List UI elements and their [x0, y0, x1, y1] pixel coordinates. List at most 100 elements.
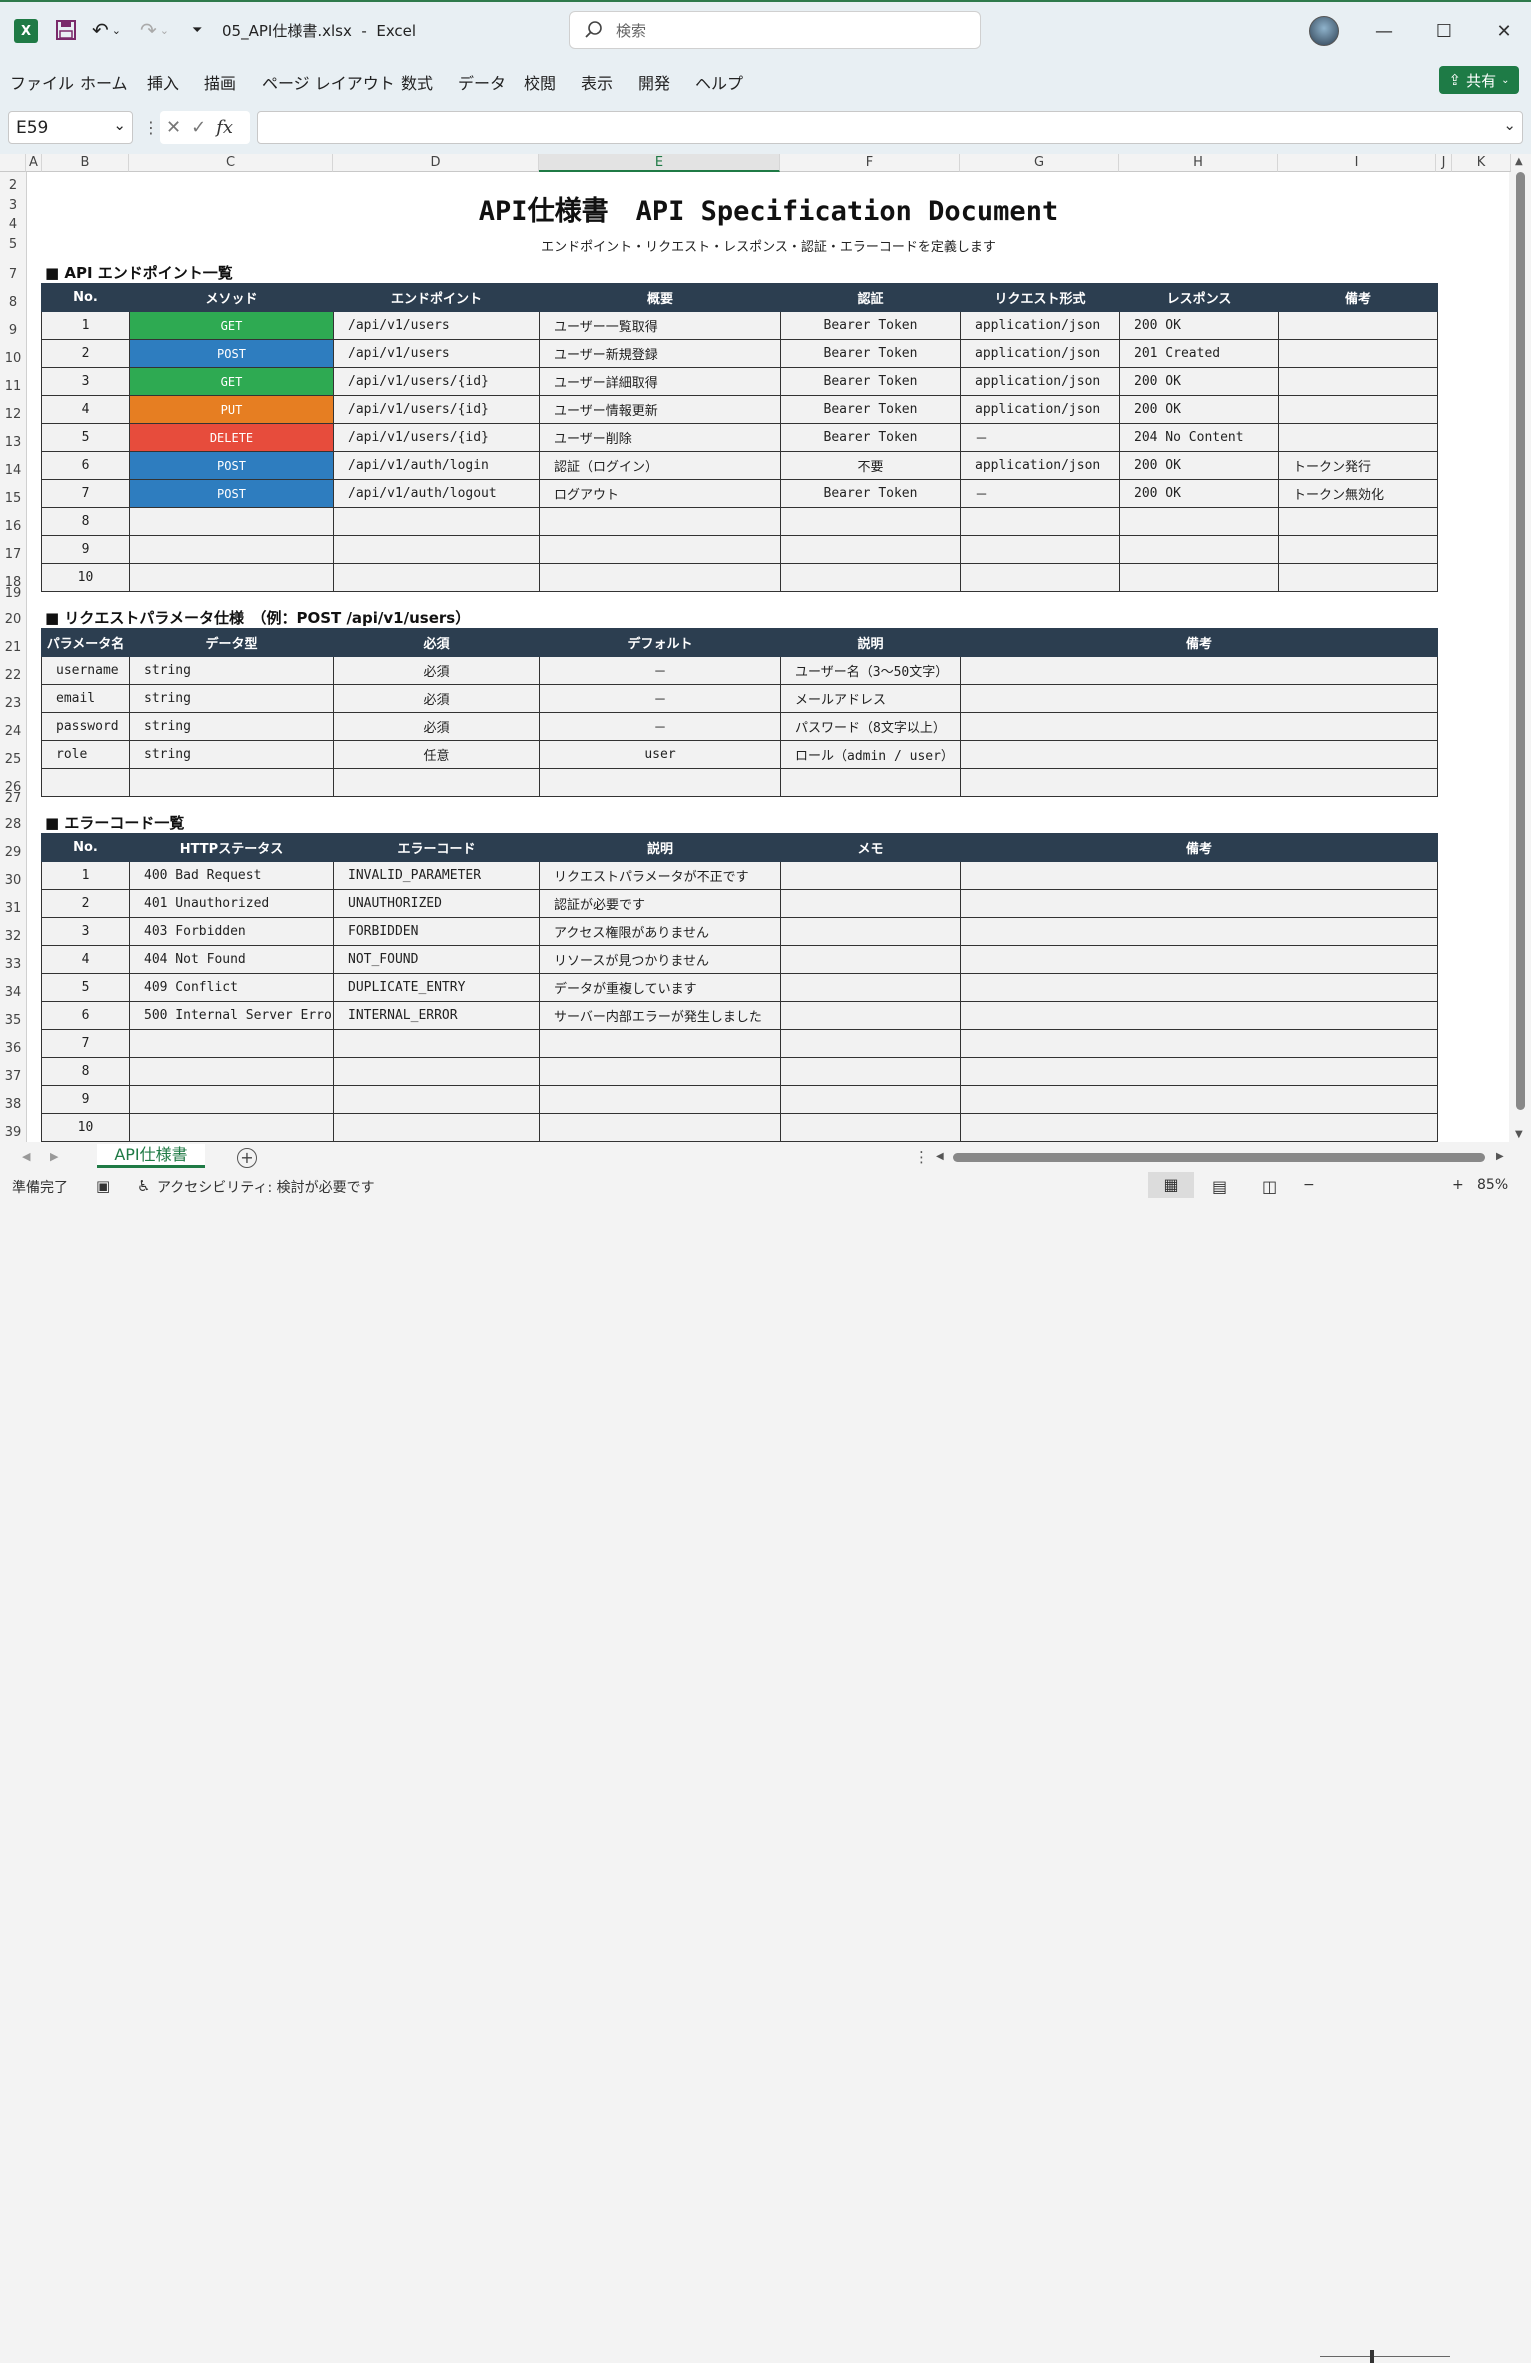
- endpoint-auth-cell[interactable]: Bearer Token: [780, 395, 961, 424]
- user-avatar[interactable]: [1309, 16, 1339, 46]
- endpoint-format-cell[interactable]: [960, 535, 1120, 564]
- endpoint-note-cell[interactable]: [1278, 563, 1438, 592]
- endpoint-no-cell[interactable]: 1: [41, 311, 130, 340]
- method-badge[interactable]: DELETE: [129, 423, 334, 452]
- endpoint-note-cell[interactable]: [1278, 339, 1438, 368]
- param-name-cell[interactable]: email: [41, 684, 130, 713]
- row-header[interactable]: 5: [0, 237, 26, 252]
- param-type-cell[interactable]: string: [129, 740, 334, 769]
- error-memo-cell[interactable]: [780, 1085, 961, 1114]
- endpoint-no-cell[interactable]: 9: [41, 535, 130, 564]
- hscroll-left-icon[interactable]: ◀: [936, 1151, 944, 1162]
- save-icon[interactable]: [55, 0, 77, 60]
- row-header[interactable]: 31: [0, 901, 26, 916]
- fx-icon[interactable]: fx: [216, 117, 233, 138]
- row-header[interactable]: 25: [0, 752, 26, 767]
- formula-input[interactable]: ⌄: [257, 111, 1523, 144]
- param-required-cell[interactable]: [333, 768, 540, 797]
- error-no-cell[interactable]: 9: [41, 1085, 130, 1114]
- cancel-icon[interactable]: ✕: [166, 117, 181, 138]
- macro-record-icon[interactable]: ▣: [96, 1177, 110, 1195]
- endpoint-auth-cell[interactable]: Bearer Token: [780, 339, 961, 368]
- endpoint-auth-cell[interactable]: Bearer Token: [780, 479, 961, 508]
- method-badge[interactable]: GET: [129, 311, 334, 340]
- menu-developer[interactable]: 開発: [638, 70, 670, 94]
- endpoint-response-cell[interactable]: 200 OK: [1119, 311, 1279, 340]
- error-desc-cell[interactable]: [539, 1029, 781, 1058]
- hscroll-right-icon[interactable]: ▶: [1496, 1151, 1504, 1162]
- param-desc-cell[interactable]: ユーザー名（3～50文字）: [780, 656, 961, 685]
- endpoint-response-cell[interactable]: 204 No Content: [1119, 423, 1279, 452]
- error-code-cell[interactable]: INTERNAL_ERROR: [333, 1001, 540, 1030]
- row-header[interactable]: 39: [0, 1125, 26, 1140]
- endpoint-no-cell[interactable]: 7: [41, 479, 130, 508]
- param-type-cell[interactable]: string: [129, 656, 334, 685]
- error-no-cell[interactable]: 4: [41, 945, 130, 974]
- param-name-cell[interactable]: password: [41, 712, 130, 741]
- error-desc-cell[interactable]: サーバー内部エラーが発生しました: [539, 1001, 781, 1030]
- menu-draw[interactable]: 描画: [204, 70, 236, 94]
- endpoint-format-cell[interactable]: －: [960, 479, 1120, 508]
- method-badge[interactable]: [129, 563, 334, 592]
- endpoint-response-cell[interactable]: 200 OK: [1119, 395, 1279, 424]
- row-header[interactable]: 22: [0, 668, 26, 683]
- error-no-cell[interactable]: 10: [41, 1113, 130, 1142]
- col-header-c[interactable]: C: [129, 154, 333, 172]
- error-status-cell[interactable]: [129, 1057, 334, 1086]
- enter-icon[interactable]: ✓: [191, 117, 206, 138]
- menu-review[interactable]: 校閲: [524, 70, 556, 94]
- endpoint-auth-cell[interactable]: 不要: [780, 451, 961, 480]
- endpoint-summary-cell[interactable]: [539, 507, 781, 536]
- endpoint-auth-cell[interactable]: Bearer Token: [780, 367, 961, 396]
- error-status-cell[interactable]: 404 Not Found: [129, 945, 334, 974]
- close-icon[interactable]: ✕: [1489, 16, 1519, 46]
- col-header-f[interactable]: F: [780, 154, 960, 172]
- endpoint-no-cell[interactable]: 2: [41, 339, 130, 368]
- error-no-cell[interactable]: 2: [41, 889, 130, 918]
- error-desc-cell[interactable]: [539, 1057, 781, 1086]
- endpoint-no-cell[interactable]: 6: [41, 451, 130, 480]
- endpoint-format-cell[interactable]: [960, 563, 1120, 592]
- endpoint-summary-cell[interactable]: [539, 563, 781, 592]
- param-desc-cell[interactable]: パスワード（8文字以上）: [780, 712, 961, 741]
- row-header[interactable]: 9: [0, 323, 26, 338]
- method-badge[interactable]: POST: [129, 451, 334, 480]
- error-status-cell[interactable]: [129, 1113, 334, 1142]
- row-header[interactable]: 38: [0, 1097, 26, 1112]
- error-desc-cell[interactable]: リクエストパラメータが不正です: [539, 861, 781, 890]
- col-header-e[interactable]: E: [539, 154, 780, 172]
- col-header-g[interactable]: G: [960, 154, 1119, 172]
- menu-formulas[interactable]: 数式: [401, 70, 433, 94]
- endpoint-path-cell[interactable]: /api/v1/users/{id}: [333, 423, 540, 452]
- error-note-cell[interactable]: [960, 945, 1438, 974]
- error-desc-cell[interactable]: アクセス権限がありません: [539, 917, 781, 946]
- row-header[interactable]: 36: [0, 1041, 26, 1056]
- endpoint-auth-cell[interactable]: [780, 535, 961, 564]
- endpoint-response-cell[interactable]: 201 Created: [1119, 339, 1279, 368]
- endpoint-path-cell[interactable]: /api/v1/users: [333, 311, 540, 340]
- endpoint-response-cell[interactable]: 200 OK: [1119, 367, 1279, 396]
- endpoint-summary-cell[interactable]: ユーザー新規登録: [539, 339, 781, 368]
- row-header[interactable]: 13: [0, 435, 26, 450]
- param-desc-cell[interactable]: [780, 768, 961, 797]
- col-header-a[interactable]: A: [26, 154, 42, 172]
- endpoint-path-cell[interactable]: /api/v1/auth/login: [333, 451, 540, 480]
- endpoint-note-cell[interactable]: トークン発行: [1278, 451, 1438, 480]
- quick-access-customize-icon[interactable]: ⏷: [192, 0, 202, 60]
- row-header[interactable]: 21: [0, 640, 26, 655]
- error-status-cell[interactable]: 500 Internal Server Error: [129, 1001, 334, 1030]
- sheet-tab-api[interactable]: API仕様書: [97, 1144, 205, 1168]
- endpoint-format-cell[interactable]: application/json: [960, 451, 1120, 480]
- endpoint-no-cell[interactable]: 10: [41, 563, 130, 592]
- endpoint-format-cell[interactable]: application/json: [960, 339, 1120, 368]
- name-box[interactable]: E59 ⌄: [8, 111, 133, 144]
- endpoint-format-cell[interactable]: [960, 507, 1120, 536]
- error-memo-cell[interactable]: [780, 889, 961, 918]
- row-header[interactable]: 32: [0, 929, 26, 944]
- redo-icon[interactable]: ↷ ⌄: [140, 0, 169, 60]
- error-code-cell[interactable]: NOT_FOUND: [333, 945, 540, 974]
- horizontal-scroll-thumb[interactable]: [953, 1153, 1485, 1162]
- minimize-icon[interactable]: —: [1369, 16, 1399, 46]
- tab-scroll-left-icon[interactable]: ◀: [22, 1150, 30, 1163]
- error-note-cell[interactable]: [960, 917, 1438, 946]
